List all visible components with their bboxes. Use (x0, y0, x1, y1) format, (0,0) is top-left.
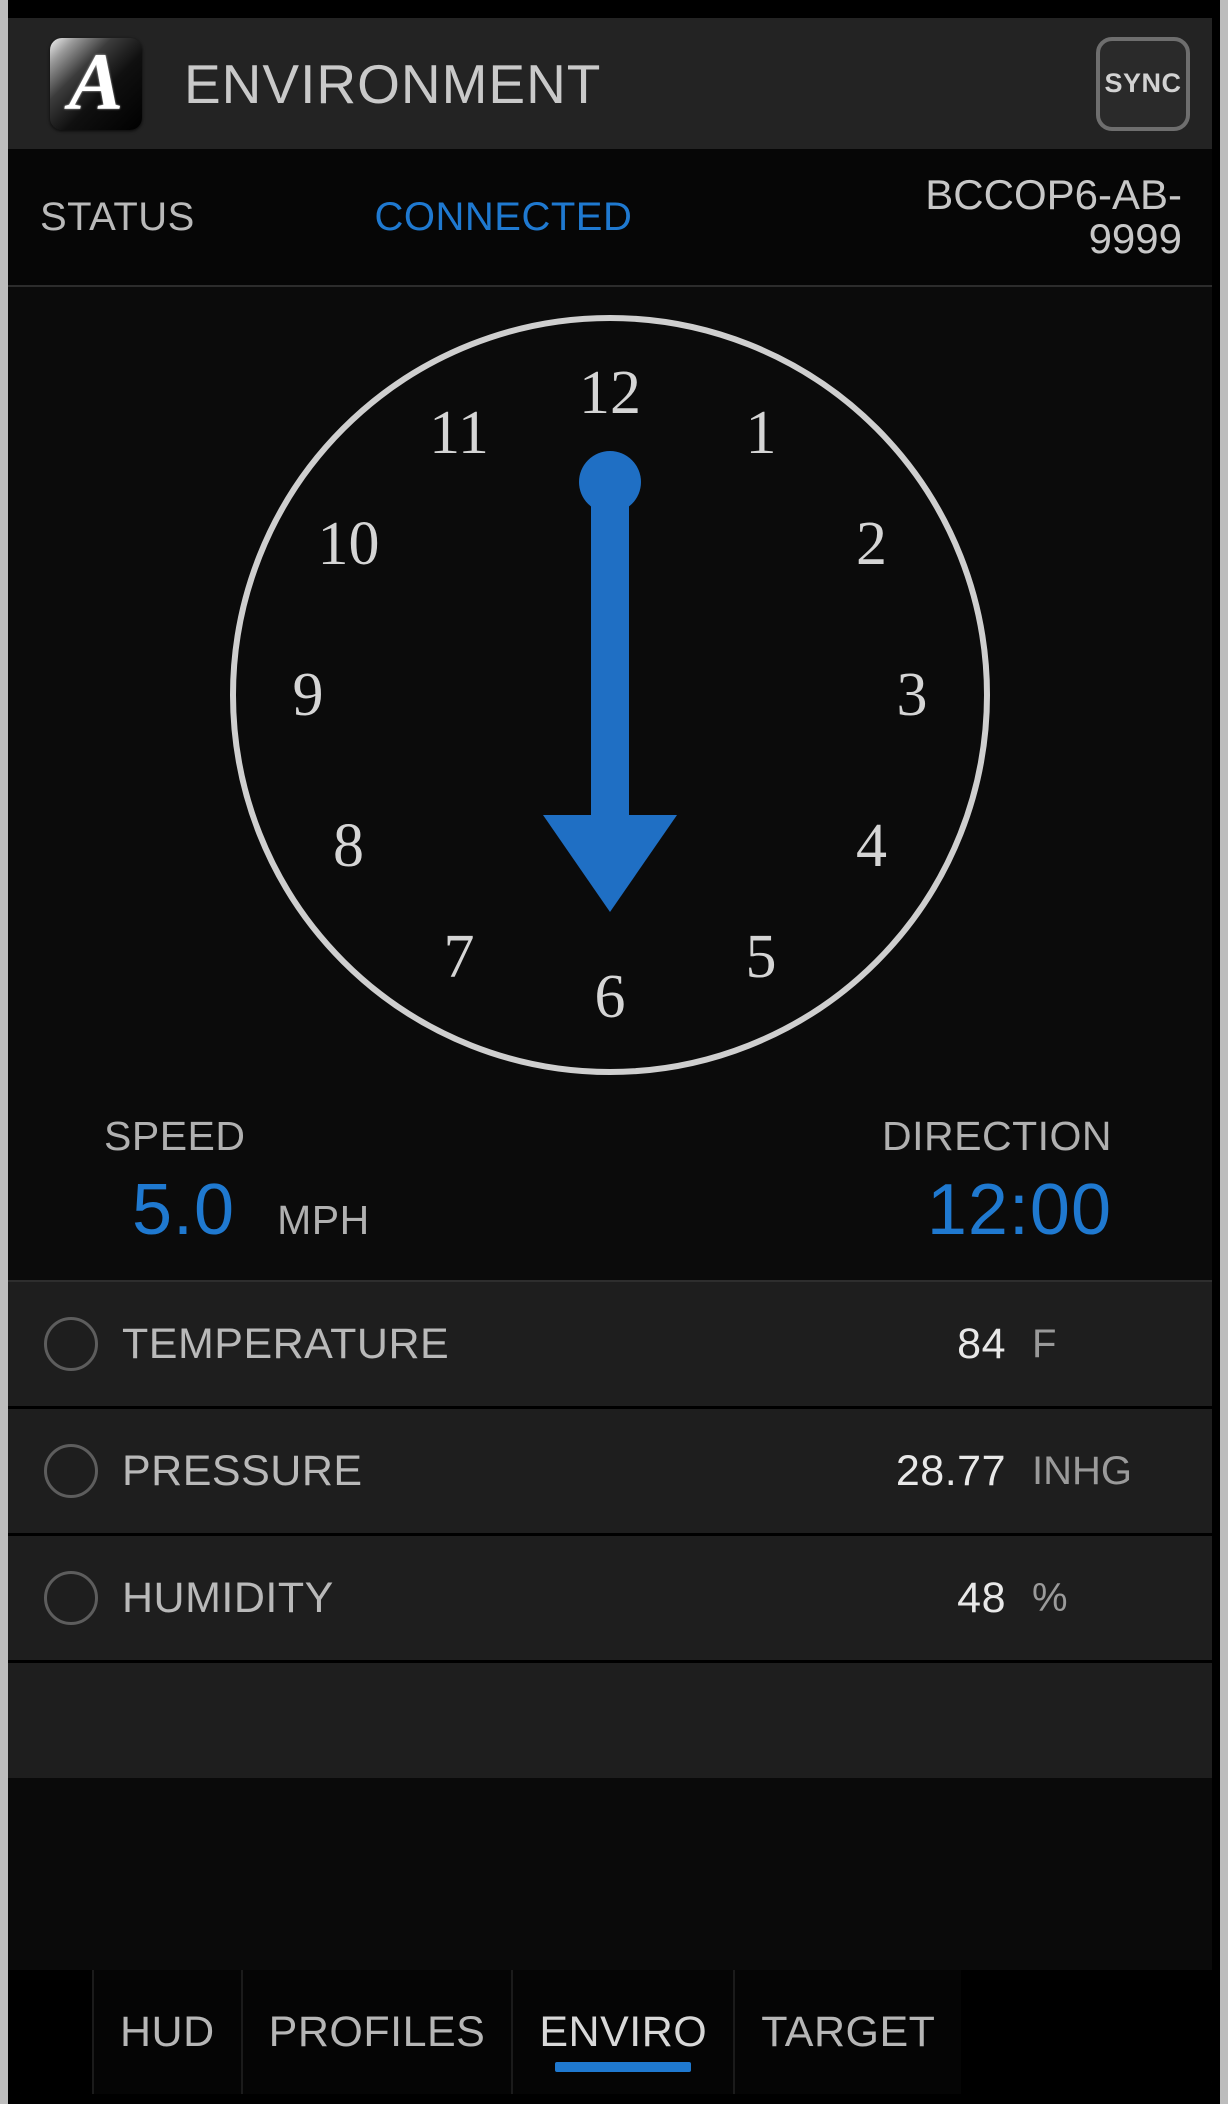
tab-label: HUD (120, 2007, 215, 2056)
device-serial: BCCOP6-AB-9999 (925, 170, 1182, 262)
speed-unit: MPH (277, 1197, 370, 1243)
speed-direction-readout: SPEED DIRECTION 5.0 MPH 12:00 (8, 1107, 1212, 1282)
metric-value: 84 (957, 1319, 1006, 1368)
metric-row[interactable]: PRESSURE 28.77 INHG (8, 1409, 1212, 1536)
direction-value: 12:00 (926, 1170, 1112, 1250)
metric-row[interactable]: TEMPERATURE 84 F (8, 1282, 1212, 1409)
wind-direction-clock[interactable]: 12 1 2 3 4 5 6 7 8 9 10 11 (230, 315, 990, 1075)
metrics-filler (8, 1663, 1212, 1778)
metric-label: TEMPERATURE (122, 1319, 450, 1368)
metric-row[interactable]: HUMIDITY 48% (8, 1536, 1212, 1663)
app-header: A ENVIRONMENT SYNC (8, 18, 1212, 149)
bottom-tab-bar: HUD PROFILES ENVIRO TARGET (8, 1970, 1212, 2094)
metric-unit: INHG (1032, 1448, 1132, 1493)
app-window: A ENVIRONMENT SYNC STATUS CONNECTED BCCO… (8, 0, 1220, 2104)
direction-value-wrap: 12:00 (608, 1174, 1212, 1246)
metric-unit: F (1032, 1321, 1057, 1366)
tab-enviro[interactable]: ENVIRO (511, 1970, 734, 2094)
logo-letter-a-icon: A (68, 37, 124, 127)
tab-label: PROFILES (268, 2007, 486, 2056)
tab-bar-left-pad (8, 1970, 92, 2094)
metric-toggle-circle-icon[interactable] (44, 1444, 98, 1498)
metric-value: 28.77 (895, 1446, 1006, 1495)
metric-unit: % (1032, 1575, 1068, 1620)
status-label: STATUS (40, 194, 195, 239)
app-logo: A (50, 37, 142, 130)
status-value: CONNECTED (374, 194, 633, 239)
active-tab-indicator (555, 2062, 692, 2072)
tab-hud[interactable]: HUD (92, 1970, 241, 2094)
sync-button[interactable]: SYNC (1096, 36, 1190, 131)
direction-label: DIRECTION (882, 1113, 1112, 1159)
speed-block: SPEED (8, 1113, 608, 1160)
sync-button-label: SYNC (1104, 68, 1182, 98)
tab-label: ENVIRO (539, 2007, 708, 2056)
metric-toggle-circle-icon[interactable] (44, 1317, 98, 1371)
metric-value: 48 (957, 1573, 1006, 1622)
top-black-strip (8, 0, 1212, 18)
metric-toggle-circle-icon[interactable] (44, 1571, 98, 1625)
speed-value-wrap: 5.0 MPH (8, 1174, 608, 1246)
tab-profiles[interactable]: PROFILES (240, 1970, 512, 2094)
wind-direction-needle-icon (543, 451, 677, 912)
metric-label: HUMIDITY (122, 1573, 334, 1622)
status-bar: STATUS CONNECTED BCCOP6-AB-9999 (8, 149, 1212, 287)
tab-bar-right-pad (961, 1970, 1212, 2094)
metric-label: PRESSURE (122, 1446, 363, 1495)
wind-direction-section: 12 1 2 3 4 5 6 7 8 9 10 11 (8, 287, 1212, 1107)
speed-label: SPEED (104, 1113, 246, 1159)
metrics-list: TEMPERATURE 84 F PRESSURE 28.77 INHG HUMIDITY 4… (8, 1282, 1212, 1663)
tab-label: TARGET (761, 2007, 936, 2056)
tab-target[interactable]: TARGET (733, 1970, 962, 2094)
speed-value: 5.0 (132, 1170, 236, 1250)
page-title: ENVIRONMENT (184, 52, 602, 115)
app-viewport: A ENVIRONMENT SYNC STATUS CONNECTED BCCO… (8, 0, 1212, 2094)
direction-block: DIRECTION (608, 1113, 1212, 1160)
